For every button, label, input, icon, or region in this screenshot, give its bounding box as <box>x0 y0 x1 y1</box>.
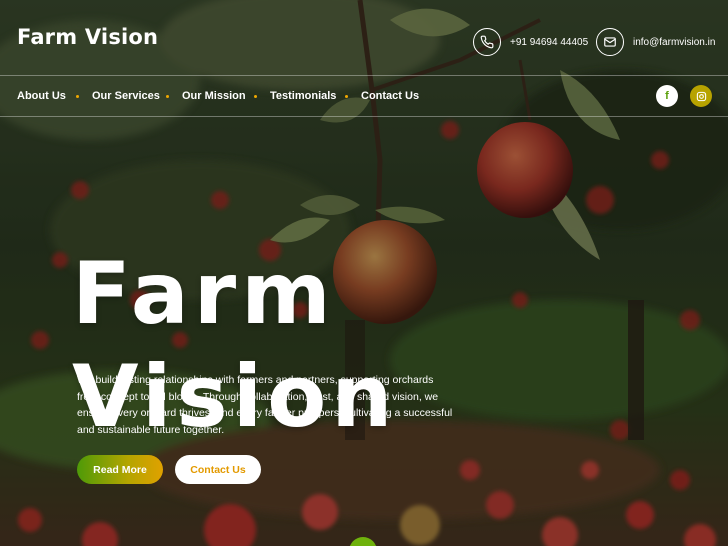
hero-description: We build lasting relationships with farm… <box>77 374 453 436</box>
nav-separator-dot <box>76 95 79 98</box>
nav-separator-dot <box>254 95 257 98</box>
phone-number[interactable]: +91 94694 44405 <box>510 37 588 48</box>
nav-item-testimonials[interactable]: Testimonials <box>270 90 336 102</box>
top-header: Farm Vision +91 94694 44405 info@farmvis… <box>0 0 728 76</box>
phone-icon <box>473 28 501 56</box>
nav-item-our-services[interactable]: Our Services <box>92 90 160 102</box>
nav-separator-dot <box>166 95 169 98</box>
email-contact[interactable]: info@farmvision.in <box>596 28 715 56</box>
facebook-glyph: f <box>665 90 669 102</box>
nav-item-contact-us[interactable]: Contact Us <box>361 90 419 102</box>
instagram-icon[interactable] <box>690 85 712 107</box>
read-more-button[interactable]: Read More <box>77 455 163 484</box>
site-logo[interactable]: Farm Vision <box>17 25 158 49</box>
email-address[interactable]: info@farmvision.in <box>633 37 715 48</box>
mail-icon <box>596 28 624 56</box>
nav-item-our-mission[interactable]: Our Mission <box>182 90 246 102</box>
nav-item-about-us[interactable]: About Us <box>17 90 66 102</box>
nav-separator-dot <box>345 95 348 98</box>
phone-contact[interactable]: +91 94694 44405 <box>473 28 588 56</box>
contact-us-button[interactable]: Contact Us <box>175 455 261 484</box>
facebook-icon[interactable]: f <box>656 85 678 107</box>
main-navigation: About Us Our Services Our Mission Testim… <box>0 77 728 117</box>
